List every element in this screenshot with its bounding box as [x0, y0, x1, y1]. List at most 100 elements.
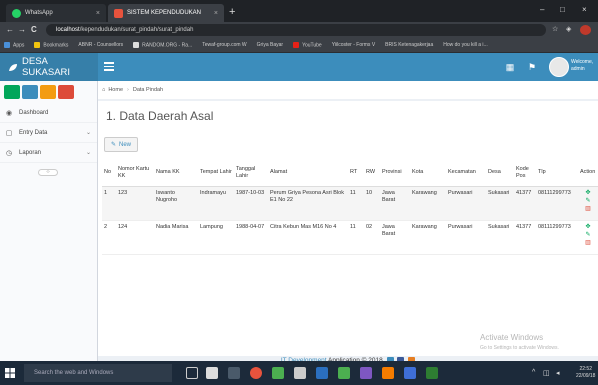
close-window-button[interactable]: × [582, 5, 587, 14]
chevron-down-icon: ⌄ [85, 130, 91, 136]
folder-icon[interactable] [294, 367, 306, 379]
table-cell: Sukasari [486, 220, 514, 255]
edit-icon[interactable]: ✎ [585, 232, 590, 239]
app-logo[interactable]: DESA SUKASARI [0, 53, 98, 81]
column-header: Action [578, 160, 598, 187]
data-box: 1. Data Daerah Asal ✎ New No Nomor Kartu… [98, 101, 598, 356]
app-icon[interactable] [404, 367, 416, 379]
user-menu[interactable]: Welcome, admin [571, 59, 593, 73]
sidebar-item-entry-data[interactable]: ▢ Entry Data ⌄ [0, 123, 97, 143]
quick-users-button[interactable] [40, 85, 56, 99]
table-cell: 2 [102, 220, 116, 255]
reload-button[interactable]: C [31, 25, 37, 34]
column-header: Tanggal Lahir [234, 160, 268, 187]
new-button[interactable]: ✎ New [104, 137, 138, 152]
maximize-button[interactable]: □ [560, 5, 565, 14]
welcome-text: Welcome, [571, 59, 594, 65]
bookmark-youtube[interactable]: YouTube [293, 41, 322, 48]
spreadsheet-icon[interactable] [338, 367, 350, 379]
action-cell: ✥ ✎ ▥ [578, 186, 598, 221]
network-icon[interactable]: ◫ [543, 369, 550, 377]
quick-chart-button[interactable] [4, 85, 20, 99]
breadcrumb: ⌂ Home › Data Pindah [98, 81, 598, 99]
move-icon[interactable]: ✥ [585, 224, 590, 231]
browser-tab-kependudukan[interactable]: SISTEM KEPENDUDUKAN × [108, 4, 224, 22]
bookmark-abnr[interactable]: ABNR - Counsellors [78, 42, 123, 48]
bookmark-random[interactable]: RANDOM.ORG - Ra... [133, 41, 192, 48]
back-button[interactable]: ← [6, 25, 14, 34]
table-cell: 10 [364, 186, 380, 221]
minimize-button[interactable]: – [540, 5, 544, 14]
new-tab-button[interactable]: + [229, 6, 235, 18]
column-header: No [102, 160, 116, 187]
tab-close-icon[interactable]: × [96, 10, 100, 17]
excel-icon[interactable] [272, 367, 284, 379]
avatar[interactable] [549, 57, 569, 77]
url-input[interactable]: localhost/kependudukan/surat_pindah/sura… [46, 24, 546, 36]
forward-button[interactable]: → [18, 25, 26, 34]
extension-icon[interactable]: ◈ [566, 25, 571, 33]
column-header: Tempat Lahir [198, 160, 234, 187]
bookmark-bris[interactable]: BRIS Ketenagakerjaa [385, 42, 433, 48]
edit-icon[interactable]: ✎ [585, 198, 590, 205]
app-icon[interactable] [360, 367, 372, 379]
delete-icon[interactable]: ▥ [585, 206, 591, 213]
task-view-icon[interactable] [186, 367, 198, 379]
profile-icon[interactable] [580, 25, 591, 35]
quick-edit-button[interactable] [22, 85, 38, 99]
table-cell: Indramayu [198, 186, 234, 221]
taskbar-clock[interactable]: 22:52 22/09/18 [576, 366, 595, 380]
tab-close-icon[interactable]: × [214, 10, 218, 17]
browser-tab-bar: WhatsApp × SISTEM KEPENDUDUKAN × + – □ × [0, 0, 598, 22]
table-cell: 1 [102, 186, 116, 221]
activation-watermark: Activate Windows Go to Settings to activ… [480, 333, 559, 353]
sidebar-collapse-button[interactable]: ‹› [38, 169, 58, 176]
sidebar-item-dashboard[interactable]: ◉ Dashboard [0, 103, 97, 123]
table-cell: 02 [364, 220, 380, 255]
bookmark-howdoyou[interactable]: How do you kill a i... [443, 42, 487, 48]
youtube-icon [293, 41, 300, 48]
sidebar-item-label: Entry Data [19, 129, 48, 136]
quick-settings-button[interactable] [58, 85, 74, 99]
clock-time: 22:52 [579, 366, 592, 372]
flag-icon[interactable]: ⚑ [526, 61, 538, 73]
bookmark-apps[interactable]: Apps [4, 41, 24, 48]
watermark-subtitle: Go to Settings to activate Windows. [480, 345, 559, 351]
sidebar-item-laporan[interactable]: ◷ Laporan ⌄ [0, 143, 97, 163]
dashboard-icon: ◉ [5, 109, 13, 117]
bookmark-tewaf[interactable]: Tewaf-group.com W [202, 42, 246, 48]
browser-tab-whatsapp[interactable]: WhatsApp × [6, 4, 106, 22]
tab-label: SISTEM KEPENDUDUKAN [127, 10, 202, 16]
whatsapp-icon [12, 8, 21, 18]
app-icon[interactable] [426, 367, 438, 379]
table-cell: 41377 [514, 220, 536, 255]
windows-start-icon[interactable] [5, 368, 15, 378]
grid-icon[interactable]: ▦ [504, 61, 516, 73]
star-icon[interactable]: ☆ [552, 25, 558, 33]
data-table: No Nomor Kartu KK Nama KK Tempat Lahir T… [102, 160, 598, 255]
chrome-icon[interactable] [250, 367, 262, 379]
app-icon[interactable] [228, 367, 240, 379]
table-cell: 123 [116, 186, 154, 221]
sidebar: ◉ Dashboard ▢ Entry Data ⌄ ◷ Laporan ⌄ ‹… [0, 81, 98, 361]
tray-up-icon[interactable]: ^ [532, 369, 535, 376]
move-icon[interactable]: ✥ [585, 190, 590, 197]
table-cell: Karawang [410, 186, 446, 221]
app-icon[interactable] [382, 367, 394, 379]
bookmark-yiilcoster[interactable]: Yiilcoster - Forms V [332, 42, 375, 48]
delete-icon[interactable]: ▥ [585, 240, 591, 247]
breadcrumb-home[interactable]: Home [108, 87, 123, 93]
sidebar-toggle-button[interactable] [104, 62, 114, 73]
bookmark-griya[interactable]: Griya Bayar [257, 42, 283, 48]
taskbar-search-input[interactable]: Search the web and Windows [24, 364, 172, 382]
word-icon[interactable] [316, 367, 328, 379]
bookmark-bookmarks[interactable]: Bookmarks [34, 41, 68, 48]
volume-icon[interactable]: ◂ [556, 369, 560, 377]
page-title: 1. Data Daerah Asal [106, 109, 214, 123]
store-icon[interactable] [206, 367, 218, 379]
url-host: localhost [56, 27, 80, 33]
sidebar-item-label: Dashboard [19, 109, 49, 116]
table-cell: Jawa Barat [380, 186, 410, 221]
table-cell: Iswanto Nugroho [154, 186, 198, 221]
app-brand: DESA SUKASARI [22, 56, 71, 78]
